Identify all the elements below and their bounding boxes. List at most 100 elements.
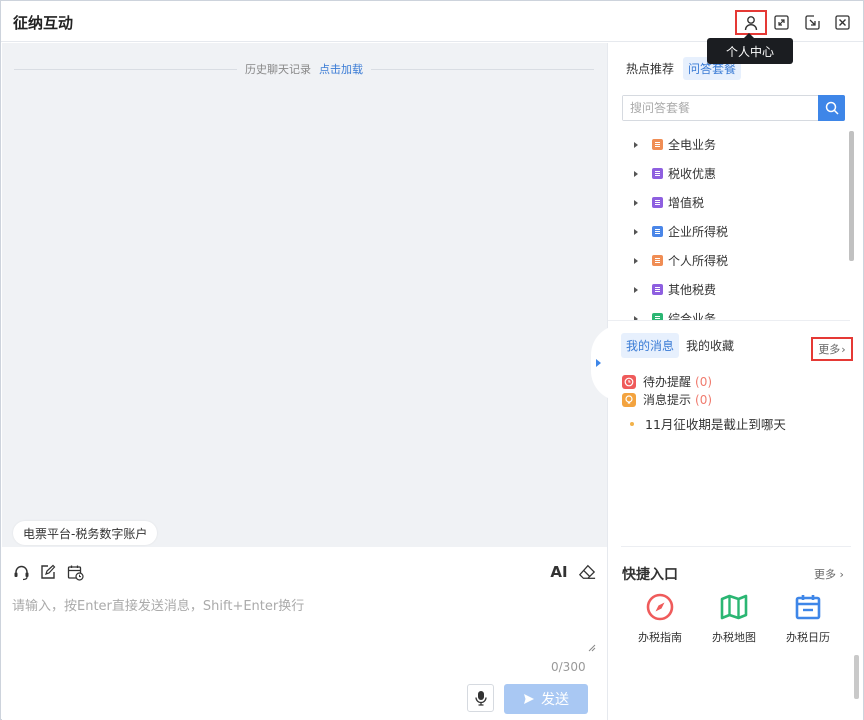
lightbulb-icon	[622, 392, 636, 407]
caret-right-icon	[596, 359, 601, 367]
quick-entry-tax-guide[interactable]: 办税指南	[630, 592, 690, 645]
personal-center-button[interactable]	[735, 10, 767, 35]
tab-my-messages[interactable]: 我的消息	[621, 333, 680, 358]
window-scrollbar-thumb[interactable]	[854, 655, 859, 699]
tree-item[interactable]: 其他税费	[622, 275, 850, 304]
tree-item-label: 税收优惠	[668, 167, 717, 181]
divider	[621, 546, 851, 547]
message-input[interactable]	[12, 595, 597, 655]
tree-item[interactable]: 税收优惠	[622, 159, 850, 188]
messages-more-link[interactable]: 更多 ›	[811, 337, 853, 361]
tree-item-label: 全电业务	[668, 138, 717, 152]
close-icon	[834, 14, 850, 30]
more-label: 更多	[818, 343, 841, 356]
message-label: 消息提示	[643, 393, 692, 407]
tree-item-label: 综合业务	[668, 312, 717, 320]
document-icon	[652, 313, 663, 320]
maximize-icon	[773, 14, 789, 30]
user-icon	[744, 15, 758, 30]
caret-right-icon[interactable]	[634, 199, 638, 206]
search-icon	[825, 101, 839, 115]
tree-item-label: 增值税	[668, 196, 705, 210]
send-icon	[524, 694, 534, 704]
quick-entry-title: 快捷入口	[622, 567, 678, 583]
message-input-area: AI 0/300 发送	[2, 547, 607, 720]
compass-icon	[645, 592, 675, 622]
quick-entry-tax-map[interactable]: 办税地图	[704, 592, 764, 645]
maximize-button[interactable]	[769, 10, 793, 34]
tab-hot-recommend[interactable]: 热点推荐	[621, 57, 679, 80]
load-history-link[interactable]: 点击加载	[319, 61, 363, 77]
notice-item[interactable]: 11月征收期是截止到哪天	[630, 414, 786, 433]
chevron-right-icon: ›	[841, 342, 846, 356]
window-title: 征纳互动	[13, 14, 74, 32]
calendar-clock-icon[interactable]	[66, 563, 84, 581]
map-icon	[719, 592, 749, 622]
customer-service-icon[interactable]	[12, 563, 30, 581]
quick-entry-label: 办税指南	[638, 631, 682, 644]
document-icon	[652, 139, 663, 150]
package-search-input[interactable]	[623, 96, 818, 120]
message-tabs: 我的消息 我的收藏	[621, 333, 739, 358]
caret-right-icon[interactable]	[634, 286, 638, 293]
caret-right-icon[interactable]	[634, 141, 638, 148]
voice-input-button[interactable]	[467, 684, 494, 712]
notice-text: 11月征收期是截止到哪天	[645, 417, 786, 432]
message-count: (0)	[695, 374, 713, 389]
tree-item-label: 其他税费	[668, 283, 717, 297]
bullet-dot	[630, 421, 634, 426]
eraser-icon[interactable]	[578, 563, 596, 581]
context-chip[interactable]: 电票平台-税务数字账户	[13, 521, 158, 545]
document-icon	[652, 197, 663, 208]
quick-entry-tax-calendar[interactable]: 办税日历	[778, 592, 838, 645]
tree-item[interactable]: 全电业务	[622, 130, 850, 159]
tree-item[interactable]: 企业所得税	[622, 217, 850, 246]
document-icon	[652, 255, 663, 266]
input-toolbar-right: AI	[550, 563, 596, 581]
quick-entry-label: 办税日历	[786, 631, 830, 644]
search-button[interactable]	[818, 95, 845, 121]
message-count: (0)	[695, 392, 713, 407]
chat-history-pane: 历史聊天记录 点击加载 电票平台-税务数字账户	[2, 43, 607, 547]
quick-entry-label: 办税地图	[712, 631, 756, 644]
close-button[interactable]	[830, 10, 854, 34]
calendar-icon	[793, 592, 823, 622]
history-loader: 历史聊天记录 点击加载	[14, 61, 594, 77]
message-notice-item[interactable]: 消息提示 (0)	[622, 391, 712, 408]
tree-item[interactable]: 综合业务	[622, 304, 850, 320]
alarm-clock-icon	[622, 374, 636, 389]
tree-item-label: 企业所得税	[668, 225, 729, 239]
ai-button[interactable]: AI	[550, 563, 568, 581]
document-icon	[652, 168, 663, 179]
caret-right-icon[interactable]	[634, 257, 638, 264]
message-label: 待办提醒	[643, 375, 692, 389]
window-scrollbar[interactable]	[851, 43, 863, 720]
title-bar: 征纳互动	[1, 1, 863, 42]
divider	[608, 320, 850, 321]
app-window: 征纳互动 个人中心 历史聊天记录 点击加载 电票平台-税务数字账户 AI 请输入…	[0, 0, 864, 720]
document-icon	[652, 284, 663, 295]
input-toolbar	[12, 563, 84, 581]
tree-item[interactable]: 增值税	[622, 188, 850, 217]
tree-item-label: 个人所得税	[668, 254, 729, 268]
tab-my-favorites[interactable]: 我的收藏	[681, 333, 739, 358]
tree-item[interactable]: 个人所得税	[622, 246, 850, 275]
document-icon	[652, 226, 663, 237]
caret-right-icon[interactable]	[634, 228, 638, 235]
todo-reminder-item[interactable]: 待办提醒 (0)	[622, 373, 712, 390]
history-label: 历史聊天记录	[245, 63, 311, 76]
edit-icon[interactable]	[39, 563, 57, 581]
side-panel: 热点推荐问答套餐 全电业务税收优惠增值税企业所得税个人所得税其他税费综合业务 我…	[591, 43, 863, 720]
minimize-button[interactable]	[800, 10, 824, 34]
package-tree: 全电业务税收优惠增值税企业所得税个人所得税其他税费综合业务	[622, 130, 850, 320]
divider-line	[14, 68, 237, 70]
send-button[interactable]: 发送	[504, 684, 588, 714]
resize-handle-icon[interactable]	[588, 644, 596, 652]
char-counter: 0/300	[551, 660, 586, 674]
send-label: 发送	[541, 692, 569, 708]
quick-entry-more-link[interactable]: 更多 ›	[814, 566, 844, 582]
divider-line	[371, 68, 594, 70]
minimize-icon	[804, 14, 820, 30]
tooltip-personal-center: 个人中心	[707, 33, 793, 64]
caret-right-icon[interactable]	[634, 170, 638, 177]
